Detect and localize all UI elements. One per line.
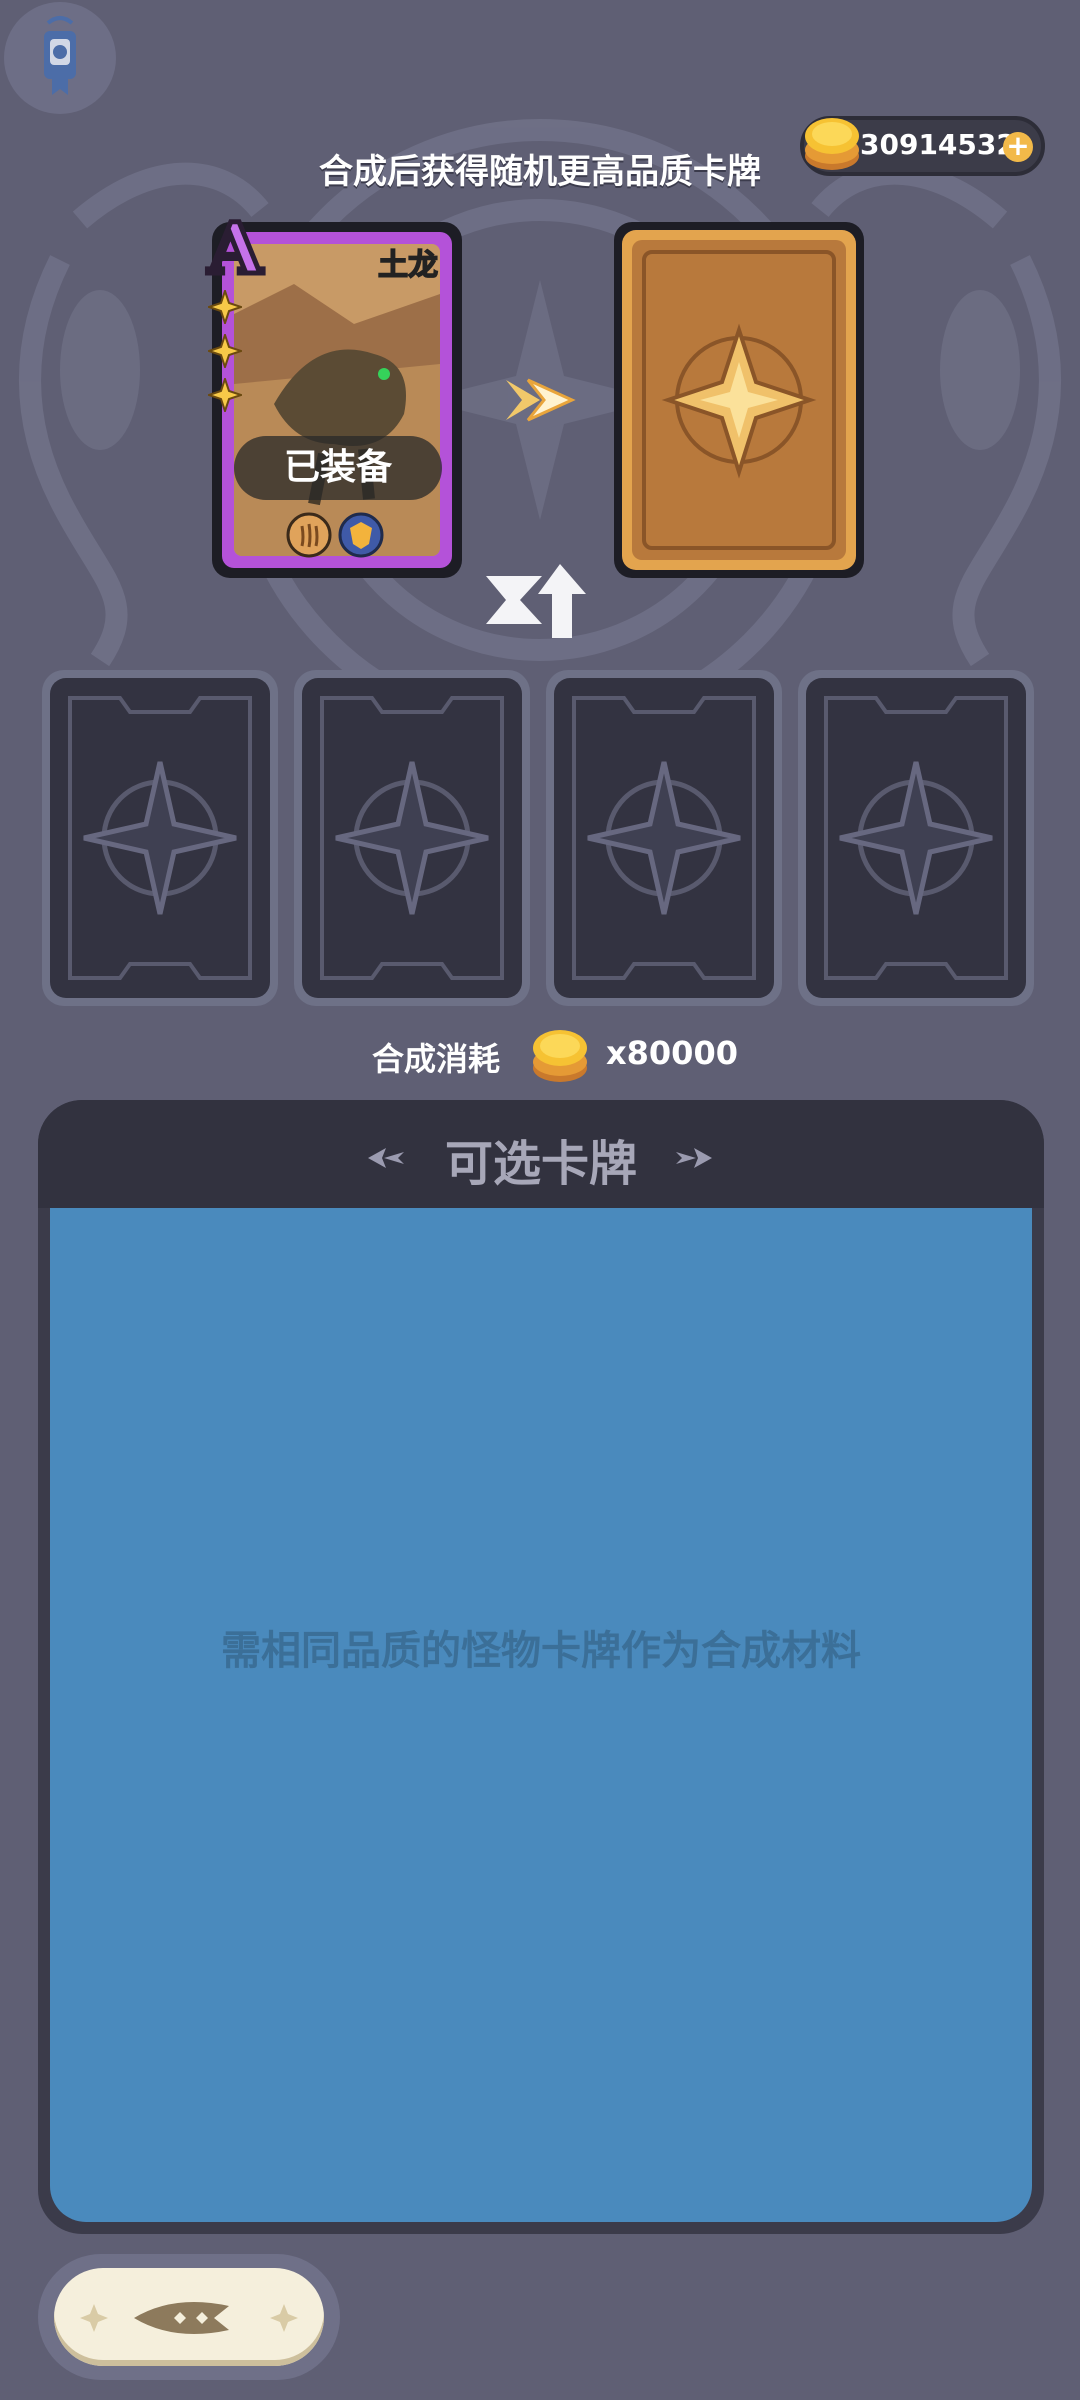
empty-slot-icon xyxy=(68,696,252,980)
result-card-back xyxy=(614,222,864,578)
empty-list-hint: 需相同品质的怪物卡牌作为合成材料 xyxy=(221,1628,861,1674)
cost-value: x80000 xyxy=(606,1034,738,1072)
empty-slot-icon xyxy=(572,696,756,980)
empty-slot-icon xyxy=(320,696,504,980)
claw-skill-icon xyxy=(286,512,332,558)
material-slot-3[interactable] xyxy=(546,670,782,1006)
merge-icon xyxy=(486,564,586,638)
card-grade: A xyxy=(205,207,264,290)
selectable-cards-panel: 可选卡牌 需相同品质的怪物卡牌作为合成材料 xyxy=(38,1100,1044,2234)
title-ornament-right-icon xyxy=(676,1148,712,1168)
material-slot-1[interactable] xyxy=(42,670,278,1006)
gold-coin-icon xyxy=(533,1030,587,1082)
shield-skill-icon xyxy=(338,512,384,558)
card-list-area[interactable]: 需相同品质的怪物卡牌作为合成材料 xyxy=(50,1208,1032,2222)
card-name: 土龙 xyxy=(377,247,439,284)
cost-label: 合成消耗 xyxy=(372,1040,501,1078)
merge-headline: 合成后获得随机更高品质卡牌 xyxy=(319,152,761,192)
forward-arrow-icon xyxy=(506,378,576,422)
ornament-icon xyxy=(80,2302,298,2334)
material-slot-2[interactable] xyxy=(294,670,530,1006)
material-slot-4[interactable] xyxy=(798,670,1034,1006)
service-icon xyxy=(44,16,76,95)
panel-header: 可选卡牌 xyxy=(38,1100,1044,1208)
earth-dragon-art xyxy=(234,244,440,556)
star-icon xyxy=(208,334,242,368)
star-icon xyxy=(208,378,242,412)
panel-title: 可选卡牌 xyxy=(444,1136,637,1192)
service-button[interactable] xyxy=(4,2,116,114)
empty-slot-icon xyxy=(824,696,1008,980)
star-icon xyxy=(208,290,242,324)
equipped-badge: 已装备 xyxy=(234,436,442,500)
bottom-action-button[interactable] xyxy=(54,2268,324,2366)
